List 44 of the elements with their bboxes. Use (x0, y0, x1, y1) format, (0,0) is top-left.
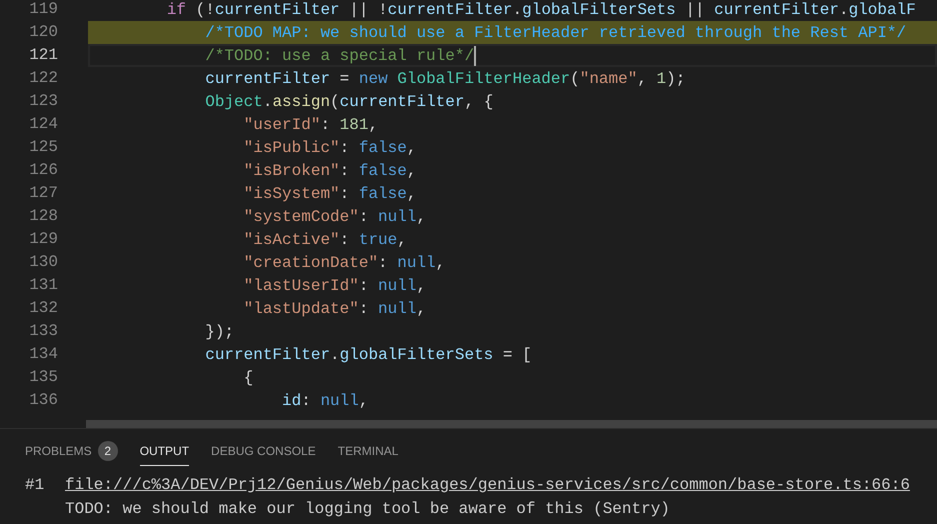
line-number: 130 (28, 252, 58, 273)
line-number: 133 (28, 321, 58, 342)
line-number: 131 (28, 275, 58, 296)
code-line: Object.assign(currentFilter, { (204, 92, 494, 112)
code-line: "isActive": true, (242, 230, 408, 250)
output-index: #1 (25, 475, 46, 496)
line-number: 128 (28, 206, 58, 227)
code-line: currentFilter.globalFilterSets = [ (204, 344, 533, 366)
panel-tab[interactable]: PROBLEMS 2 (25, 436, 118, 466)
panel-tab[interactable]: TERMINAL (338, 436, 398, 466)
code-line: "systemCode": null, (242, 206, 428, 228)
count-badge: 2 (98, 440, 118, 460)
line-number: 132 (28, 298, 58, 319)
line-number: 121 (28, 45, 58, 66)
line-number: 119 (28, 0, 58, 20)
code-line: "isPublic": false, (242, 138, 418, 158)
code-line: "lastUserId": null, (242, 276, 428, 296)
line-number: 122 (28, 68, 58, 89)
output-message: TODO: we should make our logging tool be aware of this (Sentry) (65, 499, 670, 520)
horizontal-scrollbar[interactable] (86, 420, 937, 428)
code-line: currentFilter = new GlobalFilterHeader("name", 1); (204, 68, 686, 90)
file-link[interactable]: file:///c%3A/DEV/Prj12/Genius/Web/packages/genius-services/src/common/base-store.ts:66:6 (65, 473, 910, 497)
code-line: "userId": 181, (242, 114, 380, 136)
code-line: "lastUpdate": null, (242, 298, 428, 320)
code-line: "creationDate": null, (242, 252, 446, 274)
line-number: 126 (28, 160, 58, 181)
code-line: if (!currentFilter || !currentFilter.globalFilterSets || currentFilter.globalF (166, 0, 917, 20)
code-line: "isSystem": false, (242, 184, 418, 204)
line-number: 136 (28, 390, 58, 411)
line-number: 135 (28, 367, 58, 388)
text-cursor (474, 46, 476, 66)
line-number: 124 (28, 114, 58, 135)
code-line: { (242, 368, 254, 388)
code-line: id: null, (281, 390, 370, 412)
code-line: }); (204, 322, 236, 342)
line-number: 134 (28, 344, 58, 365)
line-number: 125 (28, 137, 58, 158)
line-number: 127 (28, 183, 58, 204)
panel-tab[interactable]: DEBUG CONSOLE (211, 436, 316, 466)
panel-tab[interactable]: OUTPUT (140, 436, 190, 466)
line-number: 129 (28, 229, 58, 250)
line-number: 123 (28, 91, 58, 112)
line-number: 120 (28, 22, 58, 43)
code-line: "isBroken": false, (242, 160, 418, 182)
